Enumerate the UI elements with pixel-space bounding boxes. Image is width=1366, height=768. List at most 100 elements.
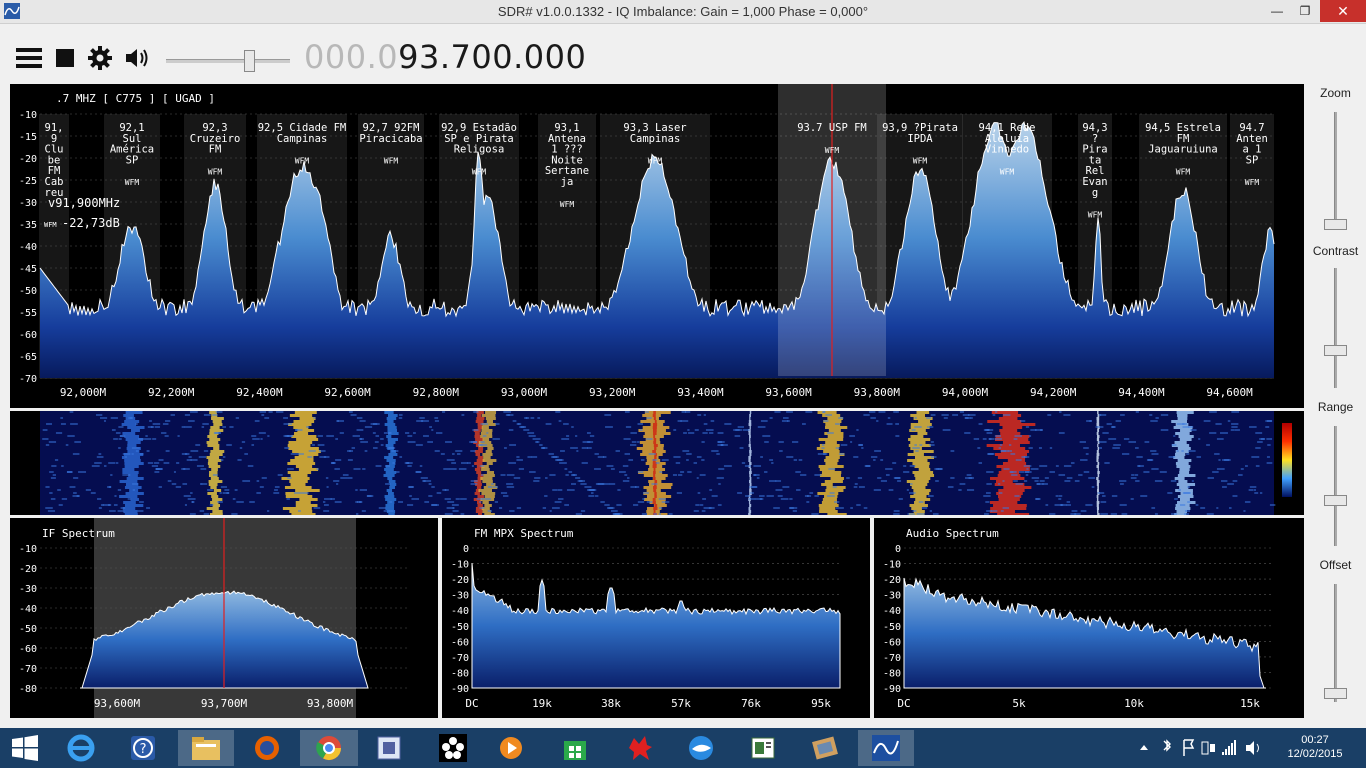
y-tick-label: -10 <box>19 544 37 555</box>
taskbar-clock[interactable]: 00:27 12/02/2015 <box>1282 733 1348 761</box>
y-tick-label: -50 <box>19 286 37 297</box>
y-tick-label: 0 <box>463 544 469 555</box>
network-signal-icon[interactable] <box>1222 740 1236 755</box>
offset-slider-thumb[interactable] <box>1324 688 1347 699</box>
frequency-digits: 93.700.000 <box>398 38 587 76</box>
y-tick-label: -60 <box>19 330 37 341</box>
x-tick-label: DC <box>465 697 478 710</box>
waterfall-color-scale <box>1282 423 1292 497</box>
maximize-button[interactable]: ❐ <box>1290 0 1320 22</box>
taskbar-chrome[interactable] <box>300 730 358 766</box>
y-tick-label: -45 <box>19 264 37 275</box>
x-tick-label: 76k <box>741 697 761 710</box>
range-slider[interactable] <box>1334 426 1337 546</box>
speaker-icon[interactable] <box>124 47 152 69</box>
contrast-slider[interactable] <box>1334 268 1337 388</box>
frequency-display[interactable]: 000.093.700.000 <box>304 38 586 76</box>
media-player-icon <box>500 737 522 759</box>
taskbar-app-tools[interactable] <box>800 730 850 766</box>
taskbar-help[interactable]: ? <box>118 730 168 766</box>
x-tick-label: 93,800M <box>854 386 901 399</box>
offset-slider[interactable] <box>1334 584 1337 702</box>
action-center-flag-icon[interactable] <box>1183 739 1195 756</box>
taskbar-ie[interactable] <box>56 730 106 766</box>
taskbar-store[interactable] <box>550 730 600 766</box>
x-tick-label: 57k <box>671 697 691 710</box>
taskbar-sdrsharp[interactable] <box>858 730 914 766</box>
zoom-slider-thumb[interactable] <box>1324 219 1347 230</box>
gear-icon[interactable] <box>88 46 112 70</box>
taskbar: ? 00:27 12/02/2015 <box>0 728 1366 768</box>
tray-expand-icon[interactable] <box>1140 745 1148 750</box>
if-spectrum-panel[interactable]: IF Spectrum -10 -20 -30 -40 -50 -60 -70 -80 93,… <box>10 518 438 718</box>
station-label-line: FM <box>209 144 222 156</box>
zoom-label: Zoom <box>1320 86 1351 100</box>
station-label-line: g <box>1092 187 1098 199</box>
station-label-line: Vinhedo <box>985 144 1029 156</box>
y-tick-label: -60 <box>451 637 469 648</box>
station-label-line: SP <box>1246 154 1259 166</box>
y-tick-label: -30 <box>19 198 37 209</box>
spectrum-panel[interactable]: 91,9ClubeFMCabreu92,1SulAméricaSPWFM92,3… <box>10 84 1304 408</box>
taskbar-media[interactable] <box>486 730 536 766</box>
zoom-slider[interactable] <box>1334 112 1337 222</box>
x-tick-label: 93,700M <box>201 697 248 710</box>
contrast-slider-thumb[interactable] <box>1324 345 1347 356</box>
stop-icon[interactable] <box>56 49 74 67</box>
taskbar-app-star[interactable] <box>428 730 478 766</box>
audio-spectrum-panel[interactable]: Audio Spectrum 0 -10 -20 -30 -40 -50 -60 -70 -80… <box>874 518 1304 718</box>
x-tick-label: 92,800M <box>413 386 460 399</box>
cursor-frequency: v91,900MHz <box>48 196 120 210</box>
x-tick-label: 93,400M <box>677 386 724 399</box>
x-tick-label: 92,600M <box>324 386 371 399</box>
volume-slider[interactable] <box>166 50 290 72</box>
station-label-line: SP <box>126 154 139 166</box>
volume-tray-icon[interactable] <box>1246 741 1259 755</box>
x-tick-label: 19k <box>532 697 552 710</box>
power-icon[interactable] <box>1201 741 1215 755</box>
y-tick-label: -20 <box>19 154 37 165</box>
mpx-spectrum-panel[interactable]: FM MPX Spectrum 0 -10 -20 -30 -40 -50 -60 -70 -8… <box>442 518 870 718</box>
taskbar-firefox[interactable] <box>242 730 292 766</box>
station-mode: WFM <box>295 157 310 166</box>
y-tick-label: -30 <box>19 584 37 595</box>
taskbar-explorer[interactable] <box>178 730 234 766</box>
range-slider-thumb[interactable] <box>1324 495 1347 506</box>
close-button[interactable]: ✕ <box>1320 0 1366 22</box>
offset-label: Offset <box>1319 558 1352 572</box>
y-tick-label: -80 <box>19 684 37 695</box>
folder-icon <box>192 737 220 760</box>
minimize-button[interactable]: — <box>1262 0 1292 22</box>
mpx-spectrum-title: FM MPX Spectrum <box>474 527 574 540</box>
audio-y-axis: 0 -10 -20 -30 -40 -50 -60 -70 -80 -90 <box>883 544 901 695</box>
y-tick-label: -60 <box>19 644 37 655</box>
y-tick-label: -20 <box>19 564 37 575</box>
bluetooth-icon[interactable] <box>1163 739 1171 752</box>
y-tick-label: -90 <box>451 684 469 695</box>
station-mode: WFM <box>913 157 928 166</box>
clock-time: 00:27 <box>1301 734 1329 746</box>
firefox-icon <box>255 736 279 760</box>
taskbar-app-splash[interactable] <box>614 730 664 766</box>
x-tick-label: 92,400M <box>236 386 283 399</box>
mpx-y-axis: 0 -10 -20 -30 -40 -50 -60 -70 -80 -90 <box>451 544 469 695</box>
station-label-line: Religosa <box>454 144 505 156</box>
taskbar-app-remote[interactable] <box>364 730 414 766</box>
sdr-taskbar-icon <box>872 735 900 761</box>
remote-desktop-icon <box>377 736 401 760</box>
taskbar-app-doc[interactable] <box>738 730 788 766</box>
station-label-line: Campinas <box>630 133 681 145</box>
start-button[interactable] <box>0 730 50 766</box>
station-mode: WFM <box>825 146 840 155</box>
station-label-line: Piracicaba <box>359 133 422 145</box>
station-mode: WFM <box>1000 167 1015 176</box>
y-tick-label: -70 <box>451 653 469 664</box>
menu-icon[interactable] <box>16 47 42 69</box>
y-tick-label: -50 <box>19 624 37 635</box>
taskbar-app-bird[interactable] <box>676 730 726 766</box>
waterfall-panel[interactable] <box>10 411 1304 515</box>
station-label-line: ja <box>561 176 574 188</box>
volume-slider-thumb[interactable] <box>244 50 255 72</box>
station-label-line: Campinas <box>277 133 328 145</box>
help-icon: ? <box>131 736 155 760</box>
